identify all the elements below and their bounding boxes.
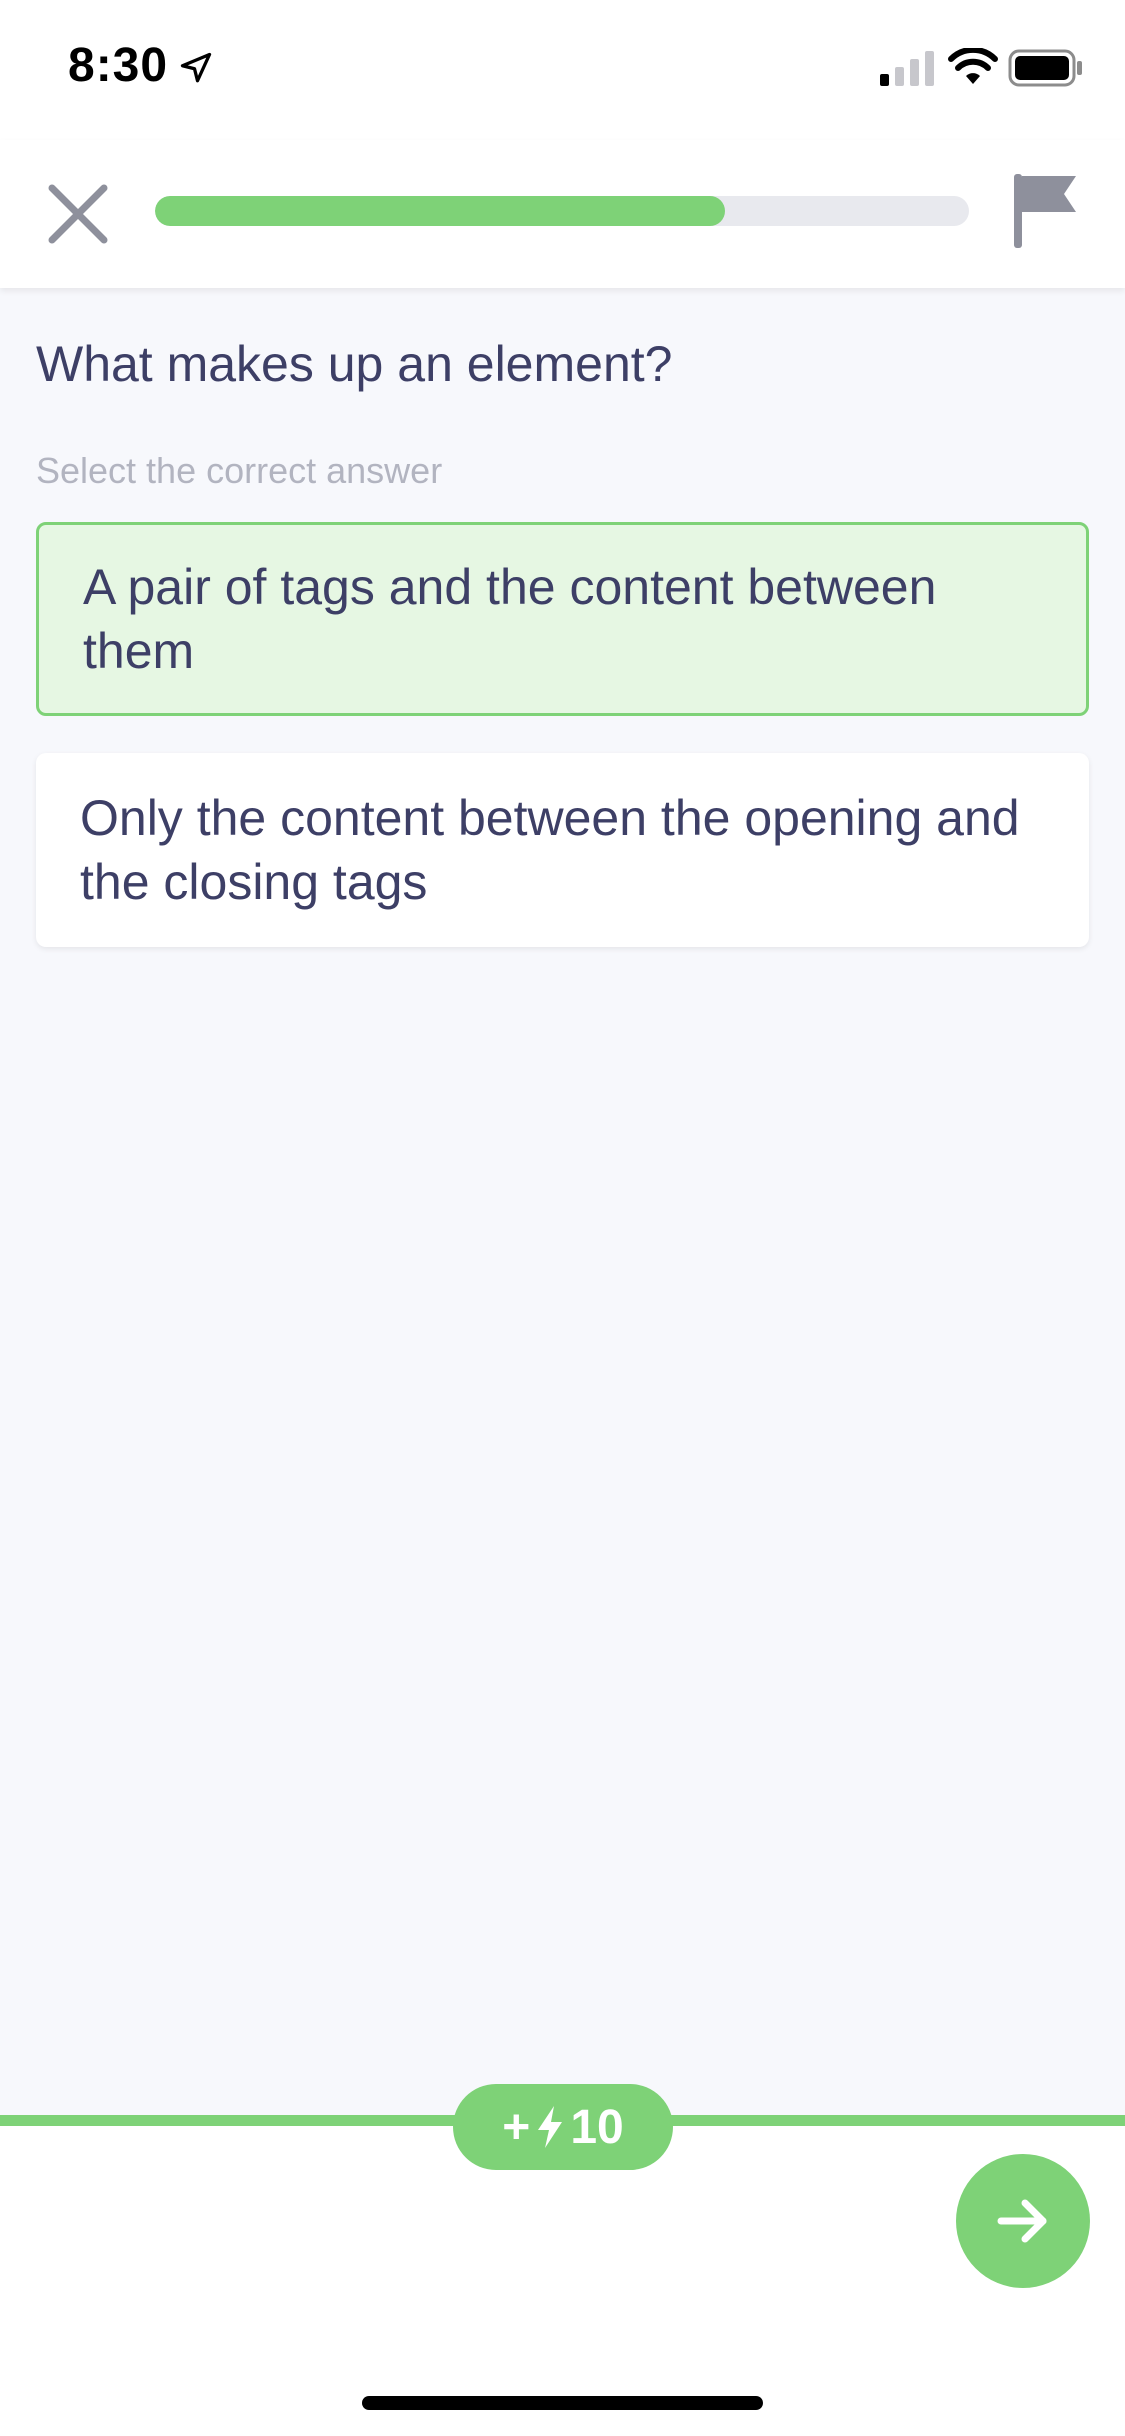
battery-icon [1008,49,1082,87]
progress-bar-fill [155,196,725,226]
answer-option-1[interactable]: A pair of tags and the content between t… [36,522,1089,716]
status-bar: 8:30 [0,0,1125,140]
answer-instruction: Select the correct answer [36,450,443,491]
location-arrow-icon [180,52,212,83]
progress-bar [155,196,969,226]
next-button[interactable] [956,2154,1090,2288]
reward-plus: + [502,2100,531,2154]
cellular-signal-icon [880,51,934,86]
quiz-header [0,140,1125,288]
question-title: What makes up an element? [36,336,673,392]
status-time: 8:30 [68,39,169,92]
arrow-right-icon [997,2199,1047,2243]
answer-option-label: A pair of tags and the content between t… [83,559,937,679]
answer-option-2[interactable]: Only the content between the opening and… [36,753,1089,947]
flag-icon[interactable] [1010,170,1080,250]
answer-option-label: Only the content between the opening and… [80,790,1020,910]
close-icon[interactable] [40,176,116,252]
reward-badge: + 10 [453,2084,673,2170]
wifi-icon [948,48,998,84]
reward-value: 10 [570,2100,624,2154]
home-indicator [362,2396,763,2410]
quiz-screen: 8:30 What makes up an element? Select th… [0,0,1125,2436]
lightning-bolt-icon [538,2106,563,2148]
